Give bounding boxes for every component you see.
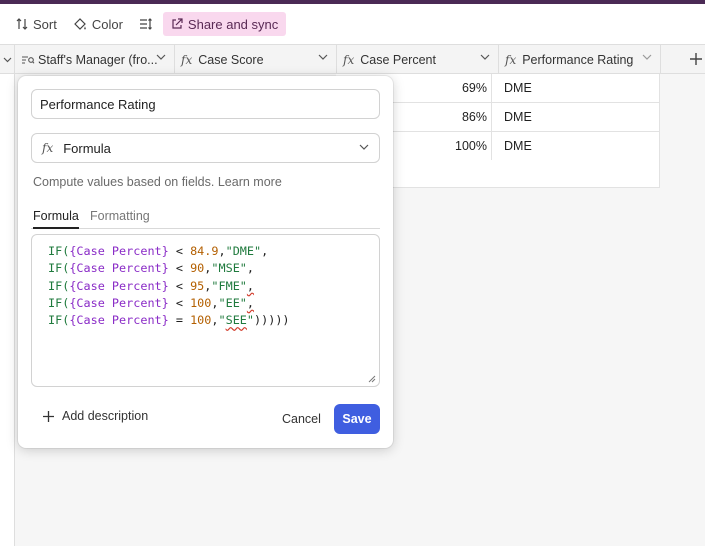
- formula-icon: fx: [505, 52, 517, 67]
- chevron-down-icon: [3, 57, 11, 62]
- field-type-label: Formula: [63, 140, 111, 156]
- tab-formatting[interactable]: Formatting: [90, 209, 150, 229]
- formula-icon: fx: [343, 52, 355, 67]
- field-type-select[interactable]: fx Formula: [31, 133, 380, 163]
- save-button[interactable]: Save: [334, 404, 380, 434]
- column-label: Case Score: [198, 52, 264, 67]
- formula-line: IF({Case Percent} < 95,"FME",: [48, 278, 255, 293]
- lookup-icon: [22, 55, 35, 64]
- share-label: Share and sync: [187, 16, 279, 32]
- performance-rating-cell[interactable]: DME: [504, 132, 532, 161]
- sort-icon: [16, 18, 28, 30]
- add-column-button[interactable]: [690, 49, 702, 70]
- performance-rating-cell[interactable]: DME: [504, 103, 532, 132]
- column-label: Performance Rating: [522, 52, 634, 67]
- view-toolbar: Sort Color Share and sync: [0, 4, 705, 44]
- hint-text: Compute values based on fields.: [33, 175, 215, 189]
- column-label: Case Percent: [360, 52, 436, 67]
- external-link-icon: [172, 18, 183, 29]
- add-description-label: Add description: [62, 409, 149, 423]
- chevron-down-icon[interactable]: [480, 54, 490, 61]
- formula-icon: fx: [181, 52, 193, 67]
- formula-line: IF({Case Percent} < 84.9,"DME",: [48, 244, 269, 258]
- field-type-hint: Compute values based on fields. Learn mo…: [33, 175, 282, 189]
- add-description-button[interactable]: Add description: [43, 409, 148, 423]
- chevron-down-icon[interactable]: [642, 54, 652, 61]
- column-header-prev[interactable]: [0, 45, 15, 74]
- color-button[interactable]: Color: [67, 12, 129, 36]
- chevron-down-icon[interactable]: [318, 54, 328, 61]
- formula-editor[interactable]: IF({Case Percent} < 84.9,"DME", IF({Case…: [31, 234, 380, 387]
- edit-field-dialog: fx Formula Compute values based on field…: [18, 76, 393, 448]
- row-height-icon: [139, 18, 152, 30]
- column-header-row: Staff's Manager (fro... fx Case Score fx…: [0, 44, 705, 74]
- chevron-down-icon: [359, 144, 369, 150]
- cancel-button[interactable]: Cancel: [276, 404, 327, 434]
- column-header-case-percent[interactable]: fx Case Percent: [337, 45, 499, 74]
- learn-more-link[interactable]: Learn more: [218, 175, 282, 189]
- share-and-sync-button[interactable]: Share and sync: [162, 12, 287, 36]
- formula-line: IF({Case Percent} = 100,"SEE"))))): [48, 313, 290, 328]
- column-header-staffs-manager[interactable]: Staff's Manager (fro...: [15, 45, 175, 74]
- formula-line: IF({Case Percent} < 90,"MSE",: [48, 261, 255, 276]
- field-name-input[interactable]: [31, 89, 380, 119]
- sort-label: Sort: [33, 16, 57, 32]
- tab-formula[interactable]: Formula: [33, 209, 79, 229]
- plus-icon: [43, 410, 54, 422]
- sort-button[interactable]: Sort: [10, 12, 63, 36]
- formula-line: IF({Case Percent} < 100,"EE",: [48, 295, 255, 310]
- paint-bucket-icon: [73, 18, 86, 30]
- frozen-column-edge: [0, 74, 15, 546]
- column-header-performance-rating[interactable]: fx Performance Rating: [499, 45, 661, 74]
- performance-rating-cell[interactable]: DME: [504, 74, 532, 103]
- color-label: Color: [91, 16, 123, 32]
- column-header-case-score[interactable]: fx Case Score: [175, 45, 337, 74]
- plus-icon: [690, 53, 702, 65]
- column-label: Staff's Manager (fro...: [38, 52, 158, 67]
- resize-grip-icon[interactable]: [368, 375, 376, 383]
- formula-icon: fx: [42, 141, 54, 155]
- formula-tabs: Formula Formatting: [31, 207, 380, 229]
- row-height-button[interactable]: [133, 12, 159, 36]
- chevron-down-icon[interactable]: [156, 54, 166, 61]
